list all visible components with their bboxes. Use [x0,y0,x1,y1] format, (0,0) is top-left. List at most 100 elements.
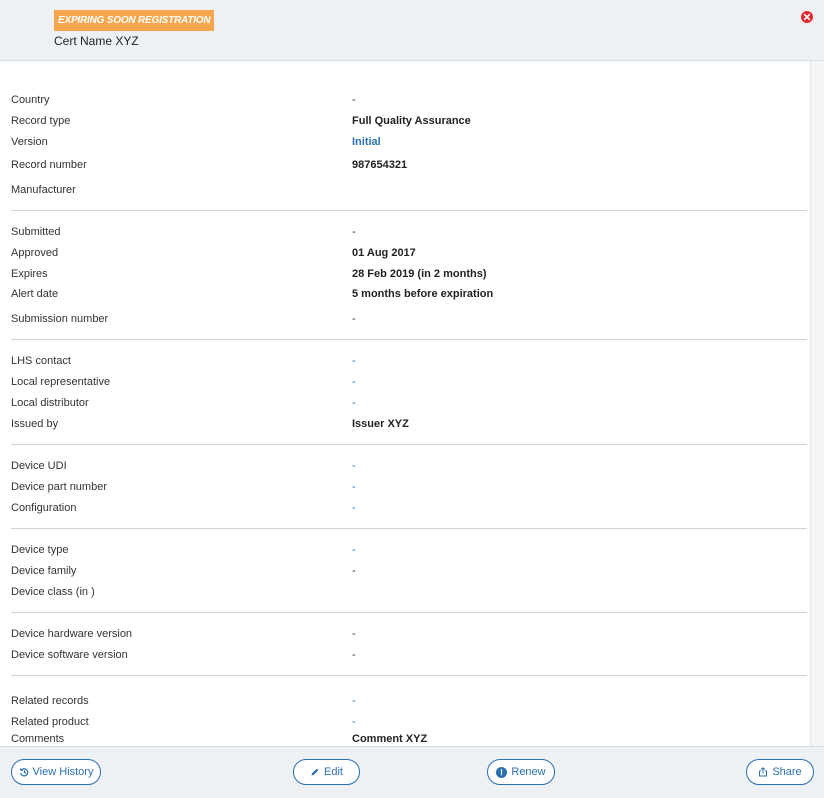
lhs-contact-link[interactable]: - [352,352,356,370]
edit-button[interactable]: Edit [293,759,360,785]
related-product-link[interactable]: - [352,713,356,731]
field-row-related-product: Related product - [11,713,807,731]
field-row-device-type: Device type - [11,541,807,559]
field-label: Device part number [11,481,107,493]
local-representative-link[interactable]: - [352,373,356,391]
field-row-record-number: Record number 987654321 [11,156,807,174]
field-label: Submitted [11,226,61,238]
field-value: 28 Feb 2019 (in 2 months) [352,268,487,280]
field-label: Approved [11,247,59,259]
section-divider [11,210,807,211]
field-row-local-distributor: Local distributor - [11,394,807,412]
field-label: Issued by [11,418,59,430]
field-label: Record number [11,159,87,171]
field-label: Configuration [11,502,77,514]
view-history-button[interactable]: View History [11,759,101,785]
field-row-submission-number: Submission number - [11,310,807,328]
field-row-lhs-contact: LHS contact - [11,352,807,370]
scrollbar-thumb[interactable] [814,63,822,123]
field-row-device-family: Device family - [11,562,807,580]
field-row-version: Version Initial [11,133,807,151]
field-label: Device type [11,544,69,556]
renew-button[interactable]: Renew [487,759,555,785]
field-label: Alert date [11,288,59,300]
version-link[interactable]: Initial [352,133,381,151]
device-part-number-link[interactable]: - [352,478,356,496]
renew-label: Renew [511,766,546,778]
field-value: - [352,94,356,106]
field-row-approved: Approved 01 Aug 2017 [11,244,807,262]
dialog-header: EXPIRING SOON REGISTRATION Cert Name XYZ [0,0,824,61]
status-badge: EXPIRING SOON REGISTRATION [54,10,215,31]
field-value: Full Quality Assurance [352,115,471,127]
edit-label: Edit [324,766,343,778]
field-label: Local representative [11,376,111,388]
field-row-comments: Comments Comment XYZ [11,730,807,746]
dialog-footer: View History Edit Renew Share [0,746,824,798]
close-button[interactable] [800,10,814,24]
device-type-link[interactable]: - [352,541,356,559]
device-udi-link[interactable]: - [352,457,356,475]
field-label: LHS contact [11,355,71,367]
field-label: Country [11,94,50,106]
vertical-scrollbar[interactable] [810,61,824,746]
field-row-country: Country - [11,91,807,109]
field-row-configuration: Configuration - [11,499,807,517]
section-divider [11,444,807,445]
field-value: Comment XYZ [352,733,428,745]
section-divider [11,528,807,529]
section-divider [11,339,807,340]
dialog-body[interactable]: Country - Record type Full Quality Assur… [0,61,824,746]
field-label: Version [11,136,48,148]
field-value: - [352,649,356,661]
field-row-issued-by: Issued by Issuer XYZ [11,415,807,433]
field-label: Record type [11,115,71,127]
field-row-device-part-number: Device part number - [11,478,807,496]
field-label: Related product [11,716,89,728]
configuration-link[interactable]: - [352,499,356,517]
field-row-hardware-version: Device hardware version - [11,625,807,643]
field-label: Expires [11,268,48,280]
field-row-expires: Expires 28 Feb 2019 (in 2 months) [11,265,807,283]
field-value: 5 months before expiration [352,288,494,300]
field-value: - [352,313,356,325]
field-label: Related records [11,695,89,707]
field-label: Submission number [11,313,109,325]
renew-icon [496,766,508,778]
field-label: Local distributor [11,397,89,409]
field-row-manufacturer: Manufacturer [11,181,807,199]
history-icon [19,768,28,777]
field-value: Issuer XYZ [352,418,409,430]
field-label: Device UDI [11,460,67,472]
field-value: 987654321 [352,159,408,171]
field-label: Manufacturer [11,184,76,196]
section-divider [11,612,807,613]
field-label: Device hardware version [11,628,133,640]
related-records-link[interactable]: - [352,692,356,710]
field-label: Device class (in ) [11,586,95,598]
field-value: 01 Aug 2017 [352,247,416,259]
share-icon [759,767,768,777]
share-button[interactable]: Share [746,759,814,785]
page-title: Cert Name XYZ [54,34,139,48]
field-value: - [352,628,356,640]
registration-dialog: EXPIRING SOON REGISTRATION Cert Name XYZ… [0,0,824,798]
field-label: Comments [11,733,65,745]
field-row-record-type: Record type Full Quality Assurance [11,112,807,130]
local-distributor-link[interactable]: - [352,394,356,412]
field-label: Device family [11,565,77,577]
field-row-related-records: Related records - [11,692,807,710]
pencil-icon [311,768,319,776]
view-history-label: View History [32,766,94,778]
field-row-device-udi: Device UDI - [11,457,807,475]
field-label: Device software version [11,649,128,661]
field-row-device-class: Device class (in ) [11,583,807,601]
share-label: Share [772,766,802,778]
close-icon [803,13,811,21]
field-row-alert-date: Alert date 5 months before expiration [11,285,807,303]
field-row-local-representative: Local representative - [11,373,807,391]
field-value: - [352,565,356,577]
field-row-software-version: Device software version - [11,646,807,664]
field-value: - [352,226,356,238]
field-row-submitted: Submitted - [11,223,807,241]
